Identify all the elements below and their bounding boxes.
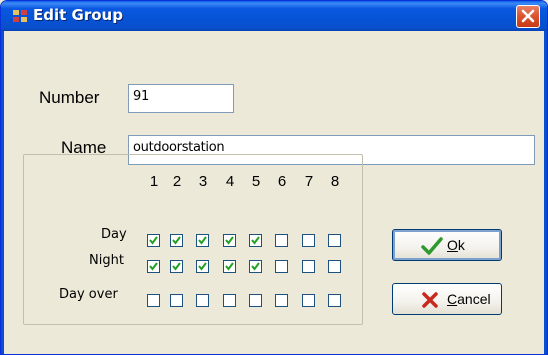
- schedule-checkbox[interactable]: [147, 234, 160, 247]
- schedule-checkbox[interactable]: [249, 234, 262, 247]
- app-icon: [13, 10, 27, 22]
- column-number: 5: [251, 173, 261, 190]
- schedule-checkbox[interactable]: [249, 294, 262, 307]
- schedule-checkbox[interactable]: [147, 260, 160, 273]
- schedule-checkbox[interactable]: [328, 234, 341, 247]
- schedule-checkbox[interactable]: [170, 294, 183, 307]
- number-field[interactable]: 91: [128, 84, 234, 113]
- schedule-checkbox[interactable]: [302, 234, 315, 247]
- column-number: 1: [149, 173, 159, 190]
- schedule-checkbox[interactable]: [147, 294, 160, 307]
- number-label: Number: [39, 88, 100, 107]
- x-icon: [422, 292, 438, 308]
- schedule-checkbox[interactable]: [249, 260, 262, 273]
- schedule-checkbox[interactable]: [275, 234, 288, 247]
- schedule-checkbox[interactable]: [170, 260, 183, 273]
- schedule-checkbox[interactable]: [170, 234, 183, 247]
- checkmark-icon: [421, 237, 443, 255]
- checkmark-icon: [149, 236, 158, 245]
- schedule-checkbox[interactable]: [196, 234, 209, 247]
- checkmark-icon: [251, 236, 260, 245]
- row-label: Day: [101, 227, 127, 242]
- checkmark-icon: [225, 262, 234, 271]
- checkmark-icon: [172, 236, 181, 245]
- schedule-checkbox[interactable]: [275, 260, 288, 273]
- checkmark-icon: [198, 262, 207, 271]
- row-label: Day over: [59, 287, 118, 302]
- ok-label: Ok: [447, 237, 465, 253]
- cancel-button[interactable]: Cancel: [392, 283, 502, 315]
- schedule-checkbox[interactable]: [223, 294, 236, 307]
- schedule-checkbox[interactable]: [328, 260, 341, 273]
- close-icon: [521, 9, 535, 23]
- checkmark-icon: [251, 262, 260, 271]
- title-bar[interactable]: Edit Group: [1, 1, 547, 31]
- cancel-label: Cancel: [447, 291, 491, 307]
- column-number: 6: [277, 173, 287, 190]
- checkmark-icon: [149, 262, 158, 271]
- column-number: 8: [330, 173, 340, 190]
- checkmark-icon: [198, 236, 207, 245]
- checkmark-icon: [172, 262, 181, 271]
- close-button[interactable]: [516, 5, 540, 28]
- column-number: 2: [172, 173, 182, 190]
- schedule-checkbox[interactable]: [328, 294, 341, 307]
- edit-group-dialog: Edit Group Number 91 Name outdoorstation…: [0, 0, 548, 355]
- checkmark-icon: [225, 236, 234, 245]
- window-title: Edit Group: [33, 6, 123, 24]
- schedule-checkbox[interactable]: [302, 294, 315, 307]
- schedule-checkbox[interactable]: [302, 260, 315, 273]
- schedule-checkbox[interactable]: [275, 294, 288, 307]
- column-number: 4: [225, 173, 235, 190]
- ok-button[interactable]: Ok: [392, 229, 502, 261]
- column-number: 3: [198, 173, 208, 190]
- column-number: 7: [304, 173, 314, 190]
- row-label: Night: [89, 253, 124, 268]
- schedule-checkbox[interactable]: [223, 260, 236, 273]
- schedule-checkbox[interactable]: [196, 294, 209, 307]
- schedule-checkbox[interactable]: [196, 260, 209, 273]
- schedule-checkbox[interactable]: [223, 234, 236, 247]
